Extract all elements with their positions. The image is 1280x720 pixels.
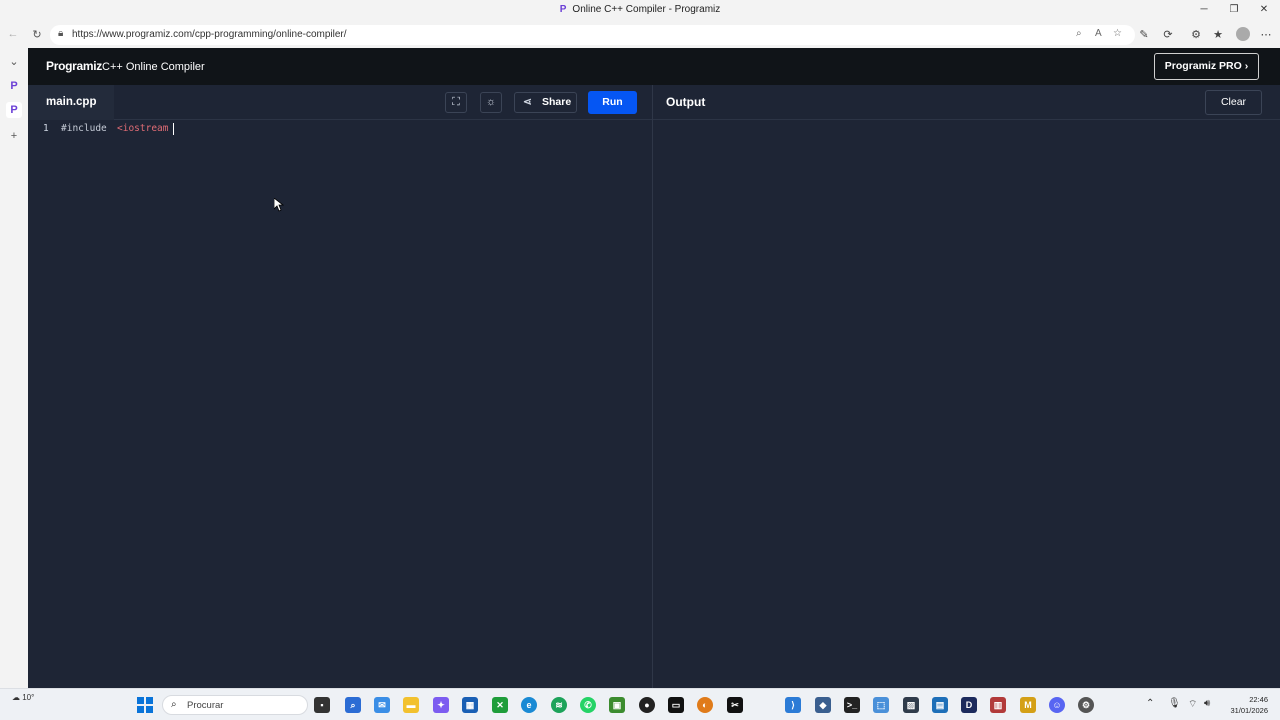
back-icon[interactable]: ← (6, 28, 20, 40)
programiz-compiler-app: Programiz C++ Online Compiler Programiz … (28, 48, 1280, 688)
system-clock[interactable]: 22:46 31/01/2026 (1222, 694, 1268, 716)
store-icon[interactable]: ▦ (462, 697, 478, 713)
tab-programiz-active-icon[interactable]: P (6, 102, 22, 118)
window-title-text: Online C++ Compiler - Programiz (572, 4, 721, 15)
fullscreen-icon: ⛶ (452, 96, 460, 108)
tab-main-cpp[interactable]: main.cpp (28, 85, 114, 120)
capcut-icon[interactable]: ✂ (727, 697, 743, 713)
line-number: 1 (43, 123, 49, 134)
new-tab-plus-icon[interactable]: + (6, 128, 22, 144)
run-button[interactable]: Run (588, 91, 637, 114)
editor-toolbar: main.cpp ⛶ ☼ ⋖ Share Run Output Clear (28, 85, 1280, 120)
file-explorer-icon[interactable]: ▬ (403, 697, 419, 713)
extension-refresh-icon[interactable]: ⟳ (1160, 28, 1176, 41)
minecraft-icon[interactable]: ▣ (609, 697, 625, 713)
app-header: Programiz C++ Online Compiler Programiz … (28, 48, 1280, 85)
programiz-favicon-icon: P (559, 4, 567, 15)
restore-button[interactable]: ❐ (1226, 3, 1242, 17)
window-titlebar: P Online C++ Compiler - Programiz ─ ❐ ✕ (0, 0, 1280, 22)
settings-icon[interactable]: ⚙ (1078, 697, 1094, 713)
task-view-icon[interactable]: ▪ (314, 697, 330, 713)
m-app-icon[interactable]: M (1020, 697, 1036, 713)
theme-toggle-button[interactable]: ☼ (480, 92, 502, 113)
minimize-button[interactable]: ─ (1196, 3, 1212, 17)
reload-icon[interactable]: ↻ (30, 28, 44, 41)
vscode-icon[interactable]: ⟩ (785, 697, 801, 713)
snipping-icon[interactable]: ⬚ (873, 697, 889, 713)
file-tab-label: main.cpp (46, 96, 97, 108)
weather-temp: 10° (22, 693, 35, 702)
chevron-up-icon[interactable]: ⌃ (1146, 698, 1154, 709)
terminal-icon[interactable]: >_ (844, 697, 860, 713)
volume-icon[interactable]: 🔊︎ (1204, 698, 1210, 709)
windows-taskbar: ☁ 10° ⌕ Procurar ▪ ⌕ ✉ ▬ ✦ ▦ ✕ e ≋ ✆ ▣ ●… (0, 688, 1280, 720)
fullscreen-button[interactable]: ⛶ (445, 92, 467, 113)
wifi-icon[interactable]: ⌔ (1188, 698, 1197, 711)
edge-icon[interactable]: e (521, 697, 537, 713)
app3-icon[interactable]: ▤ (932, 697, 948, 713)
app2-icon[interactable]: ◆ (815, 697, 831, 713)
winrar-icon[interactable]: ▥ (990, 697, 1006, 713)
favorite-star-icon[interactable]: ☆ (1113, 28, 1122, 39)
photos-icon[interactable]: ▨ (903, 697, 919, 713)
window-title: P Online C++ Compiler - Programiz (0, 4, 1280, 15)
copilot-icon[interactable]: ✦ (433, 697, 449, 713)
whatsapp-icon[interactable]: ✆ (580, 697, 596, 713)
search-app-icon[interactable]: ⌕ (345, 697, 361, 713)
clock-date: 31/01/2026 (1230, 706, 1268, 715)
chevron-down-icon[interactable]: ⌄ (6, 54, 22, 70)
output-panel[interactable] (653, 120, 1280, 688)
clock-time: 22:46 (1249, 695, 1268, 704)
dev-app-icon[interactable]: D (961, 697, 977, 713)
mail-icon[interactable]: ✉ (374, 697, 390, 713)
weather-icon: ☁ (12, 693, 20, 702)
share-label: Share (542, 96, 572, 108)
firefox-icon[interactable]: ◐ (697, 697, 713, 713)
page-title: C++ Online Compiler (102, 61, 205, 73)
url-text: https://www.programiz.com/cpp-programmin… (72, 29, 347, 40)
zoom-icon[interactable]: ⌕ (1076, 28, 1082, 39)
terminal-app-icon[interactable]: ▭ (668, 697, 684, 713)
search-placeholder: Procurar (187, 700, 224, 711)
code-line: 1 #include <iostream (28, 123, 652, 137)
programiz-pro-button[interactable]: Programiz PRO › (1154, 53, 1259, 80)
share-icon: ⋖ (523, 96, 532, 108)
spotify-icon[interactable]: ≋ (551, 697, 567, 713)
clear-button[interactable]: Clear (1205, 90, 1262, 115)
browser-address-bar: ← ↻ 🔒︎ https://www.programiz.com/cpp-pro… (0, 22, 1280, 48)
text-caret (173, 123, 174, 135)
code-token-directive: #include (61, 123, 107, 134)
site-info-icon[interactable]: 🔒︎ (58, 28, 63, 39)
microphone-icon[interactable]: 🎙︎ (1168, 698, 1181, 709)
share-button[interactable]: ⋖ Share (514, 92, 577, 113)
programiz-logo[interactable]: Programiz (46, 59, 102, 73)
search-icon: ⌕ (171, 699, 177, 710)
extensions-icon[interactable]: ⚙ (1188, 28, 1204, 41)
tab-programiz-icon[interactable]: P (6, 78, 22, 94)
sun-icon: ☼ (485, 96, 497, 108)
start-button[interactable] (137, 697, 153, 713)
more-menu-icon[interactable]: ⋯ (1258, 28, 1274, 41)
code-editor[interactable]: 1 #include <iostream (28, 120, 652, 688)
weather-widget[interactable]: ☁ 10° (12, 693, 34, 702)
favorites-icon[interactable]: ★ (1210, 28, 1226, 41)
browser-vertical-tabs: ⌄ P P + (0, 48, 28, 688)
url-field[interactable]: 🔒︎ https://www.programiz.com/cpp-program… (50, 25, 1135, 45)
close-button[interactable]: ✕ (1256, 3, 1272, 17)
taskbar-search[interactable]: ⌕ Procurar (162, 695, 308, 715)
code-token-include-path: <iostream (117, 123, 169, 134)
profile-avatar[interactable] (1236, 27, 1250, 41)
read-aloud-icon[interactable]: A (1095, 28, 1102, 39)
app-icon[interactable]: ● (639, 697, 655, 713)
discord-icon[interactable]: ☺ (1049, 697, 1065, 713)
extension-pen-icon[interactable]: ✎ (1136, 28, 1152, 41)
xbox-icon[interactable]: ✕ (492, 697, 508, 713)
output-heading: Output (666, 95, 706, 109)
